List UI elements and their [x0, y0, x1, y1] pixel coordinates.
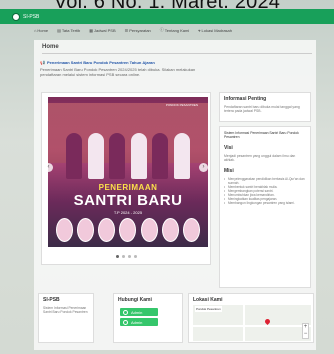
- whatsapp-label: Admin: [131, 319, 143, 325]
- nav-item-lokasi[interactable]: ⌖ Lokasi Madrasah: [198, 28, 232, 33]
- list-item: Membangun lingkungan pesantren yang isla…: [224, 201, 306, 205]
- slide-year: T.P 2024 - 2025: [113, 210, 143, 215]
- misi-title: Misi: [224, 168, 234, 174]
- footer-contact-card: Hubungi Kami Admin Admin: [113, 293, 183, 343]
- map-label: Pondok Pesantren: [195, 306, 222, 312]
- map-road: [243, 305, 245, 341]
- nav-item-tata-tertib[interactable]: ▤ Tata Tertib: [57, 28, 80, 33]
- slide-heading-2: SANTRI BARU: [73, 192, 183, 209]
- about-text: Sistem Informasi Penerimaan Santri Baru …: [224, 131, 299, 139]
- megaphone-icon: 📢: [40, 60, 45, 65]
- visi-title: Visi: [224, 145, 233, 151]
- info-card: Informasi Penting Pendaftaran santri bar…: [219, 92, 311, 122]
- carousel-slide: PONDOK PESANTREN PENERIMAAN SANTRI BARU …: [48, 97, 208, 247]
- misi-list: Menyelenggarakan pendidikan berbasis Al-…: [220, 177, 310, 208]
- list-item: Menyelenggarakan pendidikan berbasis Al-…: [224, 177, 306, 185]
- carousel-indicators[interactable]: [42, 255, 210, 258]
- students-image: [66, 133, 190, 179]
- footer-sipsb-card: SI-PSB Sistem Informasi Penerimaan Santr…: [38, 293, 94, 343]
- whatsapp-icon: [123, 319, 128, 325]
- site-logo[interactable]: [12, 12, 20, 21]
- nav-item-home[interactable]: ⌂ Home: [34, 28, 48, 33]
- image-carousel[interactable]: PONDOK PESANTREN PENERIMAAN SANTRI BARU …: [41, 92, 211, 265]
- page-title: Home: [42, 44, 59, 50]
- slide-thumbnails: [56, 218, 200, 242]
- whatsapp-button-1[interactable]: Admin: [120, 308, 158, 316]
- footer-sipsb-text: Sistem Informasi Penerimaan Santri Baru …: [43, 306, 88, 314]
- map-road: [193, 325, 311, 327]
- whatsapp-label: Admin: [131, 309, 143, 315]
- visi-text: Menjadi pesantren yang unggul dalam ilmu…: [224, 154, 296, 162]
- slide-school-name: PONDOK PESANTREN: [165, 103, 198, 107]
- site-name[interactable]: SI-PSB: [23, 14, 39, 20]
- about-card: Sistem Informasi Penerimaan Santri Baru …: [219, 126, 311, 288]
- nav-item-jadwal[interactable]: ▦ Jadwal PSB: [89, 28, 115, 33]
- nav-item-tentang[interactable]: ⓘ Tentang Kami: [160, 27, 189, 33]
- info-text: Pendaftaran santri baru dibuka mulai tan…: [224, 105, 300, 113]
- carousel-next-icon[interactable]: ›: [199, 163, 208, 172]
- map-zoom-control[interactable]: + −: [302, 323, 309, 339]
- footer-sipsb-title: SI-PSB: [43, 297, 60, 303]
- map-pin-icon: [263, 317, 272, 326]
- info-title: Informasi Penting: [224, 96, 267, 102]
- embedded-map[interactable]: Pondok Pesantren + −: [193, 305, 311, 341]
- nav-item-persyaratan[interactable]: ☰ Persyaratan: [125, 28, 151, 33]
- footer-location-card: Lokasi Kami Pondok Pesantren + −: [188, 293, 314, 343]
- journal-caption: Vol. 6 No. 1. Maret. 2024: [53, 0, 281, 13]
- whatsapp-button-2[interactable]: Admin: [120, 318, 158, 326]
- announcement-body: Penerimaan Santri Baru Pondok Pesantren …: [40, 67, 196, 77]
- slide-heading-1: PENERIMAAN: [98, 183, 158, 192]
- divider: [42, 53, 312, 54]
- whatsapp-icon: [123, 309, 128, 315]
- contact-title: Hubungi Kami: [118, 297, 152, 303]
- main-nav: ⌂ Home ▤ Tata Tertib ▦ Jadwal PSB ☰ Pers…: [34, 26, 314, 34]
- carousel-prev-icon[interactable]: ‹: [44, 163, 53, 172]
- announcement-title[interactable]: Penerimaan Santri Baru Pondok Pesantren …: [47, 60, 155, 65]
- announcement: 📢 Penerimaan Santri Baru Pondok Pesantre…: [40, 60, 200, 92]
